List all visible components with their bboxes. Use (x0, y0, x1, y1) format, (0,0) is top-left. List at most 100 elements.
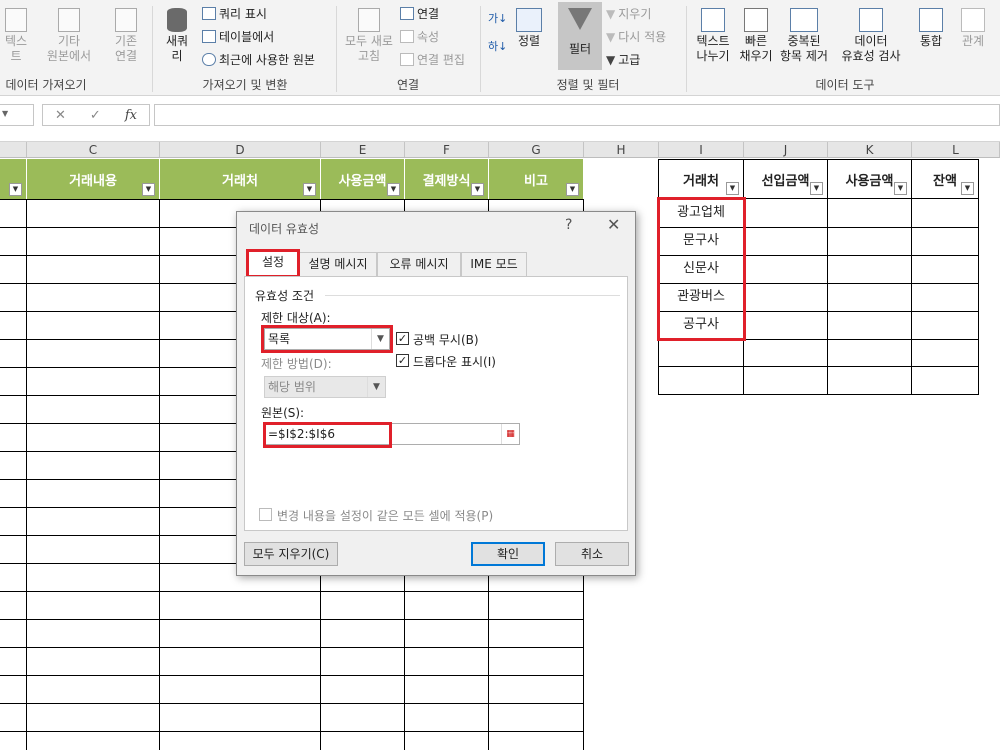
recent-sources-button[interactable]: 최근에 사용한 원본 (202, 51, 315, 68)
filter-dropdown-icon[interactable]: ▼ (471, 183, 484, 196)
relationships-icon (961, 8, 985, 32)
column-header-L[interactable]: L (912, 142, 1000, 158)
ribbon-separator (336, 6, 337, 92)
relationships-label: 관계 (961, 34, 985, 48)
clear-all-button[interactable]: 모두 지우기(C) (244, 542, 338, 566)
from-table-label: 테이블에서 (219, 30, 275, 44)
existing-connections-button[interactable]: 기존 연결 (106, 8, 146, 64)
header-label: 거래처 (683, 173, 719, 189)
refresh-all-label-1: 모두 새로 (345, 34, 393, 48)
sort-descending-icon: 하↓ (488, 40, 508, 53)
from-other-sources-button[interactable]: 기타 원본에서 (44, 8, 94, 64)
filter-dropdown-icon[interactable]: ▼ (894, 182, 907, 195)
properties-icon (400, 30, 414, 43)
column-header-D[interactable]: D (160, 142, 321, 158)
connections-button[interactable]: 연결 (400, 5, 439, 22)
ignore-blank-checkbox[interactable]: ✓ (396, 332, 409, 345)
from-table-button[interactable]: 테이블에서 (202, 28, 274, 45)
vendor-list-highlight (657, 197, 746, 341)
sort-za-button[interactable]: 하↓ (488, 38, 507, 54)
flash-fill-button[interactable]: 빠른 채우기 (736, 8, 776, 64)
filter-dropdown-icon[interactable]: ▼ (303, 183, 316, 196)
grid-line (911, 199, 912, 394)
edit-links-button[interactable]: 연결 편집 (400, 51, 465, 68)
enter-formula-icon[interactable]: ✓ (90, 108, 101, 123)
funnel-icon (568, 8, 592, 30)
name-box-dropdown-icon[interactable]: ▼ (2, 109, 8, 118)
vendor-table-header: 사용금액 ▼ (827, 159, 912, 199)
table-header-cell: 비고 ▼ (489, 159, 584, 199)
table-header-cell: 거래처 ▼ (160, 159, 321, 199)
vendor-table-header: 잔액 ▼ (911, 159, 979, 199)
range-selector-icon[interactable]: ▦ (501, 424, 519, 444)
data-validation-dialog: 데이터 유효성 ? ✕ 설정 설명 메시지 오류 메시지 IME 모드 유효성 … (236, 211, 636, 576)
consolidate-button[interactable]: 통합 (914, 8, 948, 49)
database-icon (167, 8, 187, 32)
relationships-button[interactable]: 관계 (954, 8, 992, 49)
name-box[interactable]: ▼ (0, 104, 34, 126)
filter-label: 필터 (568, 42, 592, 56)
filter-dropdown-icon[interactable]: ▼ (566, 183, 579, 196)
filter-dropdown-icon[interactable]: ▼ (726, 182, 739, 195)
cancel-button[interactable]: 취소 (555, 542, 629, 566)
insert-function-icon[interactable]: fx (125, 108, 137, 123)
column-header-I[interactable]: I (659, 142, 744, 158)
filter-button[interactable]: 필터 (558, 2, 602, 70)
table-icon (202, 7, 216, 20)
column-header-K[interactable]: K (828, 142, 912, 158)
column-header-J[interactable]: J (744, 142, 828, 158)
ribbon-separator (480, 6, 481, 92)
tab-ime-mode[interactable]: IME 모드 (461, 252, 527, 276)
other-sources-label-2: 원본에서 (46, 49, 92, 63)
group-get-transform-label: 가져오기 및 변환 (202, 78, 288, 92)
remove-duplicates-label-2: 항목 제거 (780, 49, 828, 63)
existing-connections-icon (115, 8, 137, 32)
filter-dropdown-icon[interactable]: ▼ (810, 182, 823, 195)
filter-dropdown-icon[interactable]: ▼ (142, 183, 155, 196)
sort-az-button[interactable]: 가↓ (488, 10, 507, 26)
column-header-H[interactable]: H (584, 142, 659, 158)
edit-links-icon (400, 53, 414, 66)
column-header-G[interactable]: G (489, 142, 584, 158)
grid-line (0, 675, 584, 676)
data-validation-button[interactable]: 데이터 유효성 검사 (834, 8, 908, 64)
in-cell-dropdown-checkbox[interactable]: ✓ (396, 354, 409, 367)
reapply-button[interactable]: ▼ 다시 적용 (606, 28, 666, 45)
grid-line (658, 366, 979, 367)
new-query-button[interactable]: 새쿼 리 (158, 8, 196, 64)
filter-dropdown-icon[interactable]: ▼ (387, 183, 400, 196)
column-header-B[interactable] (0, 142, 27, 158)
remove-duplicates-button[interactable]: 중복된 항목 제거 (776, 8, 832, 64)
refresh-all-button[interactable]: 모두 새로 고침 (340, 8, 398, 64)
help-icon[interactable]: ? (565, 217, 572, 233)
column-header-F[interactable]: F (405, 142, 489, 158)
column-header-E[interactable]: E (321, 142, 405, 158)
header-label: 사용금액 (845, 173, 894, 189)
tab-error-alert[interactable]: 오류 메시지 (377, 252, 461, 276)
column-header-C[interactable]: C (27, 142, 160, 158)
filter-dropdown-icon[interactable]: ▼ (9, 183, 22, 196)
flash-fill-label-1: 빠른 (744, 34, 768, 48)
formula-bar: ▼ ✕ ✓ fx (0, 96, 1000, 142)
group-sort-filter-label: 정렬 및 필터 (556, 78, 620, 92)
properties-button[interactable]: 속성 (400, 28, 439, 45)
advanced-filter-button[interactable]: ▼ 고급 (606, 51, 640, 68)
remove-duplicates-label-1: 중복된 (787, 34, 821, 48)
show-queries-button[interactable]: 쿼리 표시 (202, 5, 267, 22)
validation-criteria-title: 유효성 조건 (255, 289, 315, 303)
grid-line (0, 591, 584, 592)
text-to-columns-button[interactable]: 텍스트 나누기 (692, 8, 734, 64)
cancel-formula-icon[interactable]: ✕ (55, 108, 66, 123)
from-text-button[interactable]: 텍스트 (0, 8, 32, 64)
grid-line (0, 731, 584, 732)
clear-filter-button[interactable]: ▼ 지우기 (606, 5, 651, 22)
data-select: 해당 범위 ▼ (264, 376, 386, 398)
sort-button[interactable]: 정렬 (512, 8, 546, 49)
grid-line (0, 199, 584, 200)
formula-input[interactable] (154, 104, 1000, 126)
filter-dropdown-icon[interactable]: ▼ (961, 182, 974, 195)
tab-input-message[interactable]: 설명 메시지 (299, 252, 377, 276)
close-icon[interactable]: ✕ (607, 215, 620, 234)
ok-button[interactable]: 확인 (471, 542, 545, 566)
table-grid-icon (202, 30, 216, 43)
